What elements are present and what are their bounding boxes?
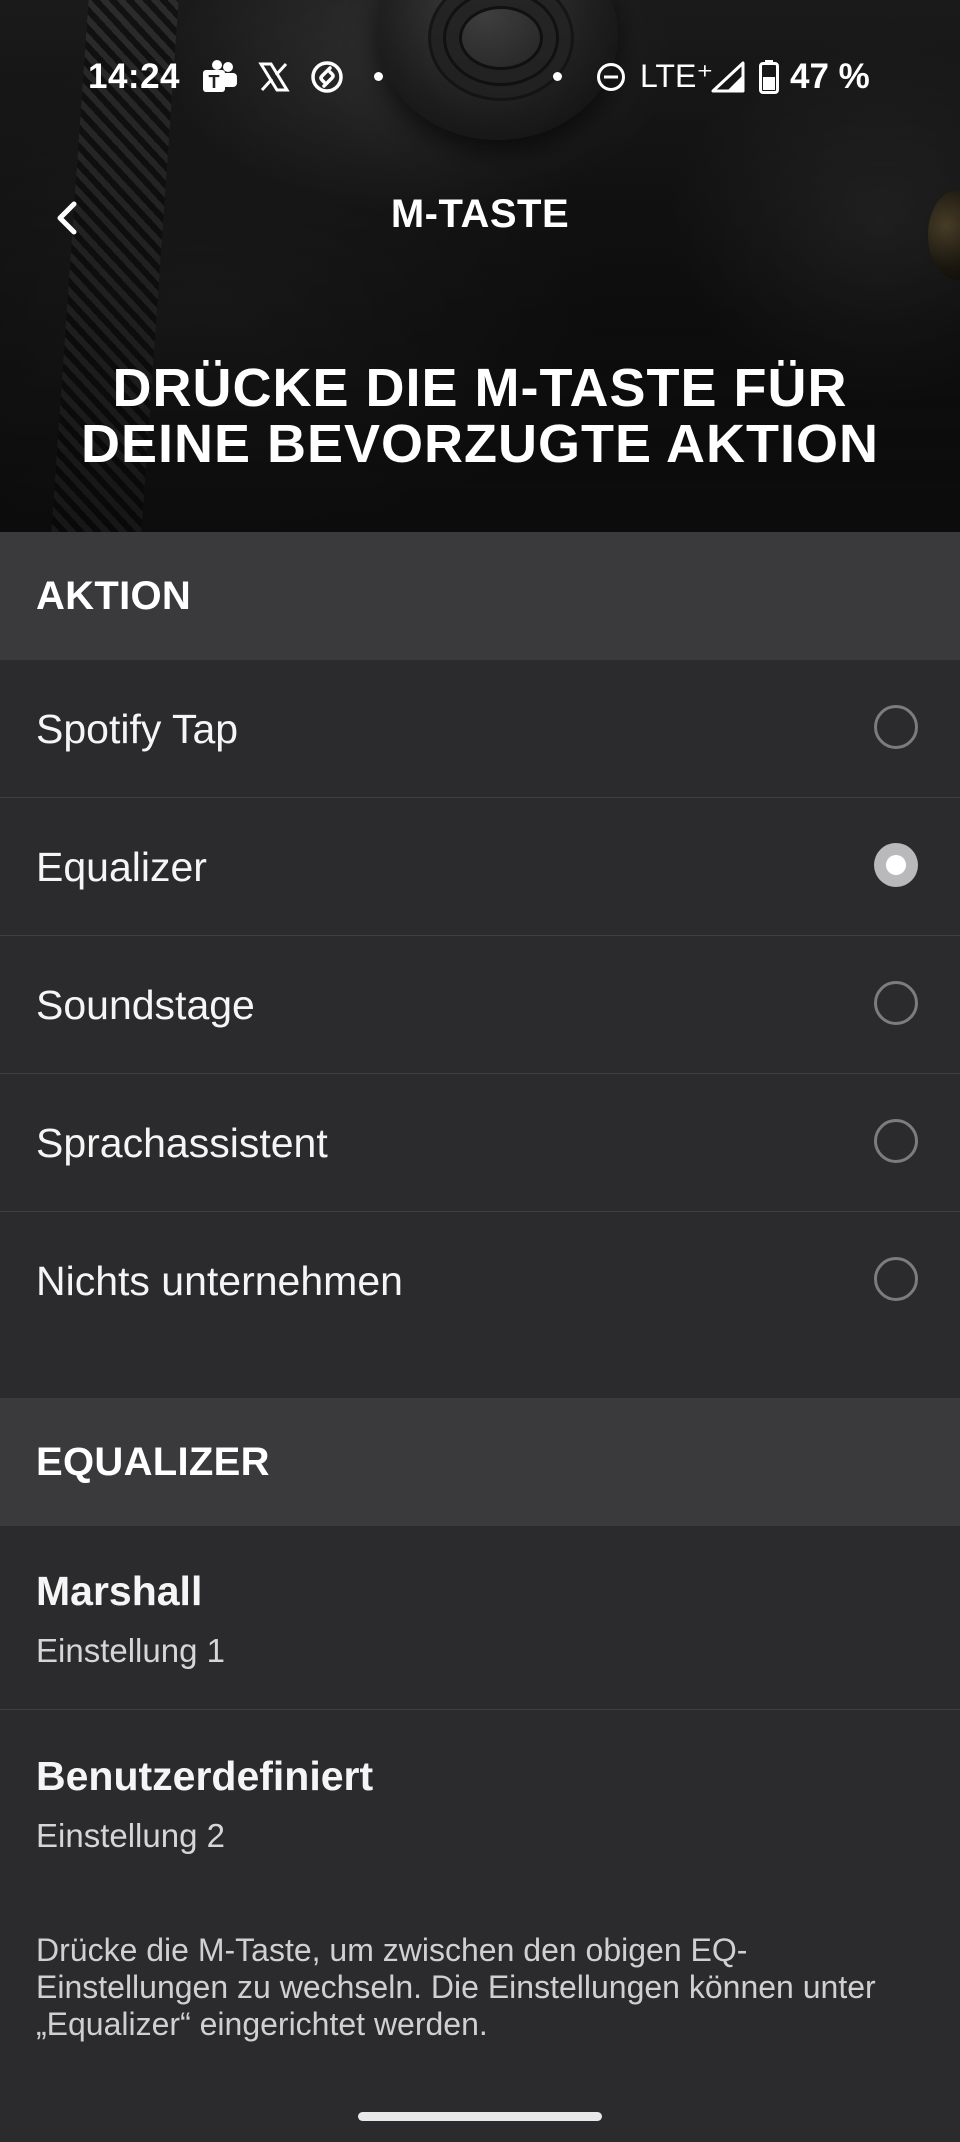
equalizer-help-text: Drücke die M-Taste, um zwischen den obig…	[36, 1932, 876, 2042]
x-icon	[256, 58, 292, 96]
section-header-equalizer: EQUALIZER	[0, 1398, 960, 1526]
option-soundstage[interactable]: Soundstage	[0, 936, 960, 1074]
hero-headline-line1: DRÜCKE DIE M-TASTE FÜR	[112, 358, 848, 418]
option-equalizer[interactable]: Equalizer	[0, 798, 960, 936]
eq-preset-custom[interactable]: Benutzerdefiniert Einstellung 2	[0, 1711, 960, 1895]
svg-text:T: T	[209, 72, 220, 92]
status-time: 14:24	[88, 57, 181, 96]
eq-preset-title: Benutzerdefiniert	[36, 1753, 374, 1799]
signal-icon	[710, 58, 746, 96]
teams-icon: T	[200, 58, 240, 96]
hero-headline-line2: DEINE BEVORZUGTE AKTION	[80, 414, 880, 474]
status-bar: 14:24 T LTE⁺ 47 %	[0, 0, 960, 150]
eq-preset-marshall[interactable]: Marshall Einstellung 1	[0, 1526, 960, 1710]
radio-button[interactable]	[874, 1257, 918, 1301]
top-nav-bar: M-TASTE	[0, 170, 960, 260]
radio-button[interactable]	[874, 705, 918, 749]
eq-preset-title: Marshall	[36, 1568, 203, 1614]
radio-button[interactable]	[874, 981, 918, 1025]
hero-headline: DRÜCKE DIE M-TASTE FÜR DEINE BEVORZUGTE …	[0, 360, 960, 472]
notification-dot	[374, 72, 383, 81]
battery-icon	[758, 58, 780, 96]
section-header-action: AKTION	[0, 532, 960, 660]
home-indicator[interactable]	[358, 2112, 602, 2121]
dnd-icon	[594, 58, 628, 96]
battery-percent: 47 %	[790, 57, 870, 96]
radio-button-selected[interactable]	[874, 843, 918, 887]
option-spotify-tap[interactable]: Spotify Tap	[0, 660, 960, 798]
option-voice-assistant[interactable]: Sprachassistent	[0, 1074, 960, 1212]
option-label: Equalizer	[36, 844, 207, 890]
eq-preset-subtitle: Einstellung 1	[36, 1632, 225, 1669]
network-type: LTE⁺	[640, 58, 714, 94]
option-do-nothing[interactable]: Nichts unternehmen	[0, 1212, 960, 1350]
eq-preset-subtitle: Einstellung 2	[36, 1817, 225, 1854]
page-title: M-TASTE	[390, 192, 570, 236]
option-label: Sprachassistent	[36, 1120, 328, 1166]
option-label: Spotify Tap	[36, 706, 239, 752]
shazam-icon	[308, 58, 346, 96]
option-label: Nichts unternehmen	[36, 1258, 403, 1304]
radio-button[interactable]	[874, 1119, 918, 1163]
option-label: Soundstage	[36, 982, 255, 1028]
notification-dot	[553, 72, 562, 81]
